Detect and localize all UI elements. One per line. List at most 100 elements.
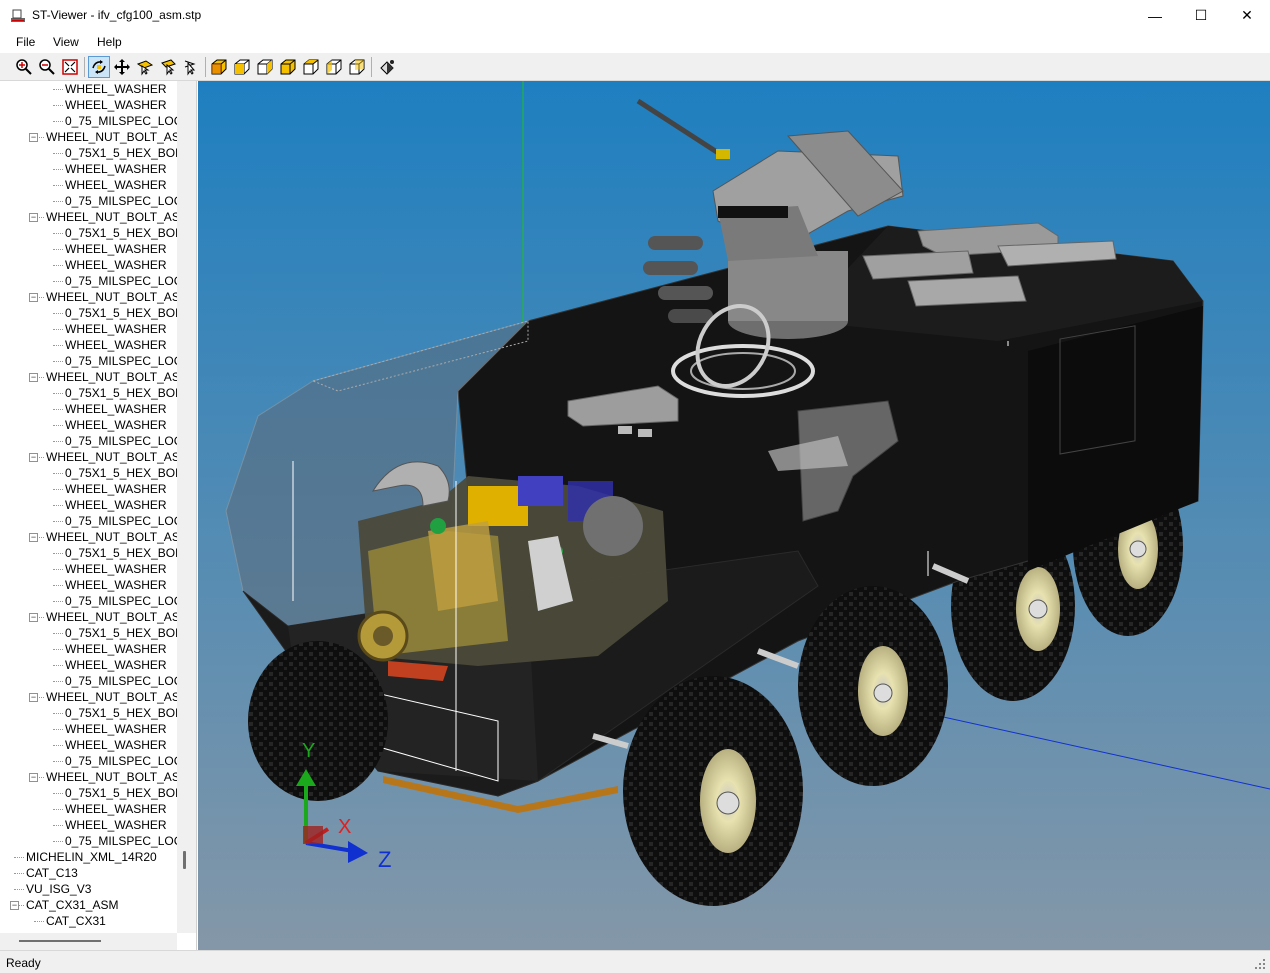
tree-collapse-icon[interactable]: − <box>29 613 38 622</box>
tree-item[interactable]: WHEEL_WASHER <box>65 401 167 417</box>
tree-collapse-icon[interactable]: − <box>29 773 38 782</box>
tree-item[interactable]: WHEEL_NUT_BOLT_ASM <box>46 289 177 305</box>
tree-item[interactable]: 0_75_MILSPEC_LOCK <box>65 433 177 449</box>
tree-horizontal-scrollbar[interactable] <box>0 933 177 950</box>
tree-item[interactable]: WHEEL_WASHER <box>65 497 167 513</box>
tree-item[interactable]: CAT_CX31 <box>46 913 106 929</box>
tree-item[interactable]: WHEEL_WASHER <box>65 257 167 273</box>
tree-item[interactable]: 0_75X1_5_HEX_BOLT <box>65 385 177 401</box>
tree-horizontal-scroll-thumb[interactable] <box>19 940 101 942</box>
close-button[interactable]: ✕ <box>1224 0 1270 31</box>
tree-item[interactable]: WHEEL_NUT_BOLT_ASM <box>46 529 177 545</box>
tree-collapse-icon[interactable]: − <box>29 133 38 142</box>
tree-item[interactable]: MICHELIN_XML_14R20 <box>26 849 157 865</box>
tree-item[interactable]: WHEEL_NUT_BOLT_ASM <box>46 769 177 785</box>
tree-collapse-icon[interactable]: − <box>29 693 38 702</box>
tree-connector <box>53 425 63 426</box>
tree-collapse-icon[interactable]: − <box>29 293 38 302</box>
tree-item[interactable]: WHEEL_WASHER <box>65 97 167 113</box>
toolbar <box>0 53 1270 81</box>
tree-vertical-scroll-thumb[interactable] <box>183 851 186 869</box>
tree-item[interactable]: 0_75_MILSPEC_LOCK <box>65 673 177 689</box>
x-axis-label: X <box>338 816 351 838</box>
tree-item[interactable]: 0_75_MILSPEC_LOCK <box>65 273 177 289</box>
tree-item[interactable]: 0_75_MILSPEC_LOCK <box>65 353 177 369</box>
tree-item[interactable]: 0_75X1_5_HEX_BOLT <box>65 625 177 641</box>
tree-item[interactable]: WHEEL_NUT_BOLT_ASM <box>46 689 177 705</box>
view-left-icon[interactable] <box>323 56 345 78</box>
tree-item[interactable]: WHEEL_WASHER <box>65 577 167 593</box>
tree-item[interactable]: WHEEL_WASHER <box>65 817 167 833</box>
maximize-button[interactable]: ☐ <box>1178 0 1224 31</box>
tree-item[interactable]: WHEEL_WASHER <box>65 561 167 577</box>
view-back-icon[interactable] <box>254 56 276 78</box>
tree-connector <box>53 601 63 602</box>
tree-item[interactable]: WHEEL_WASHER <box>65 641 167 657</box>
resize-grip-icon[interactable] <box>1254 958 1266 970</box>
zoom-out-icon[interactable] <box>36 56 58 78</box>
tree-item[interactable]: 0_75X1_5_HEX_BOLT <box>65 305 177 321</box>
select-icon[interactable] <box>134 56 156 78</box>
view-iso-icon[interactable] <box>208 56 230 78</box>
tree-item[interactable]: WHEEL_NUT_BOLT_ASM <box>46 609 177 625</box>
zoom-in-icon[interactable] <box>13 56 35 78</box>
tree-item[interactable]: 0_75_MILSPEC_LOCK <box>65 753 177 769</box>
tree-collapse-icon[interactable]: − <box>29 373 38 382</box>
tree-item[interactable]: WHEEL_NUT_BOLT_ASM <box>46 449 177 465</box>
tree-item[interactable]: CAT_C13 <box>26 865 78 881</box>
menu-help[interactable]: Help <box>97 35 122 49</box>
select-part-icon[interactable] <box>157 56 179 78</box>
tree-collapse-icon[interactable]: − <box>29 213 38 222</box>
tree-item[interactable]: VU_ISG_V3 <box>26 881 91 897</box>
tree-collapse-icon[interactable]: − <box>10 901 19 910</box>
tree-item[interactable]: WHEEL_WASHER <box>65 321 167 337</box>
tree-item[interactable]: 0_75X1_5_HEX_BOLT <box>65 545 177 561</box>
tree-item[interactable]: WHEEL_WASHER <box>65 81 167 97</box>
tree-item[interactable]: WHEEL_WASHER <box>65 337 167 353</box>
tree-item[interactable]: WHEEL_WASHER <box>65 737 167 753</box>
view-bottom-icon[interactable] <box>300 56 322 78</box>
tree-item[interactable]: WHEEL_WASHER <box>65 241 167 257</box>
model-tree[interactable]: WHEEL_WASHERWHEEL_WASHER0_75_MILSPEC_LOC… <box>0 81 197 950</box>
tree-item[interactable]: 0_75X1_5_HEX_BOLT <box>65 145 177 161</box>
zoom-fit-icon[interactable] <box>59 56 81 78</box>
tree-item[interactable]: WHEEL_WASHER <box>65 657 167 673</box>
tree-item[interactable]: 0_75_MILSPEC_LOCK <box>65 113 177 129</box>
tree-connector <box>53 569 63 570</box>
tree-item[interactable]: WHEEL_WASHER <box>65 801 167 817</box>
tree-item[interactable]: WHEEL_WASHER <box>65 481 167 497</box>
tree-item[interactable]: 0_75_MILSPEC_LOCK <box>65 193 177 209</box>
tree-item[interactable]: 0_75X1_5_HEX_BOLT <box>65 225 177 241</box>
tree-item[interactable]: 0_75_MILSPEC_LOCK <box>65 593 177 609</box>
tree-item[interactable]: 0_75X1_5_HEX_BOLT <box>65 705 177 721</box>
tree-item[interactable]: 0_75X1_5_HEX_BOLT <box>65 465 177 481</box>
tree-item[interactable]: 0_75_MILSPEC_LOCK <box>65 513 177 529</box>
tree-item[interactable]: WHEEL_NUT_BOLT_ASM <box>46 209 177 225</box>
tree-collapse-icon[interactable]: − <box>29 533 38 542</box>
tree-item[interactable]: WHEEL_WASHER <box>65 161 167 177</box>
tree-item[interactable]: WHEEL_WASHER <box>65 417 167 433</box>
tree-item[interactable]: WHEEL_WASHER <box>65 177 167 193</box>
tree-item[interactable]: 0_75_MILSPEC_LOCK <box>65 833 177 849</box>
shading-icon[interactable] <box>376 56 398 78</box>
menu-view[interactable]: View <box>53 35 79 49</box>
tree-vertical-scrollbar[interactable] <box>177 81 196 933</box>
menu-file[interactable]: File <box>16 35 35 49</box>
view-top-icon[interactable] <box>277 56 299 78</box>
pan-icon[interactable] <box>111 56 133 78</box>
tree-item[interactable]: WHEEL_NUT_BOLT_ASM <box>46 369 177 385</box>
view-right-icon[interactable] <box>346 56 368 78</box>
minimize-button[interactable]: — <box>1132 0 1178 31</box>
tree-connector <box>53 473 63 474</box>
tree-item[interactable]: WHEEL_NUT_BOLT_ASM <box>46 129 177 145</box>
tree-collapse-icon[interactable]: − <box>29 453 38 462</box>
tree-connector <box>53 841 63 842</box>
view-front-icon[interactable] <box>231 56 253 78</box>
tree-item[interactable]: WHEEL_WASHER <box>65 721 167 737</box>
3d-viewport[interactable]: Y X Z <box>198 81 1270 950</box>
tree-item[interactable]: CAT_CX31_ASM <box>26 897 118 913</box>
tree-item[interactable]: 0_75X1_5_HEX_BOLT <box>65 785 177 801</box>
pick-icon[interactable] <box>180 56 202 78</box>
rotate-icon[interactable] <box>88 56 110 78</box>
z-axis-label: Z <box>378 847 391 872</box>
